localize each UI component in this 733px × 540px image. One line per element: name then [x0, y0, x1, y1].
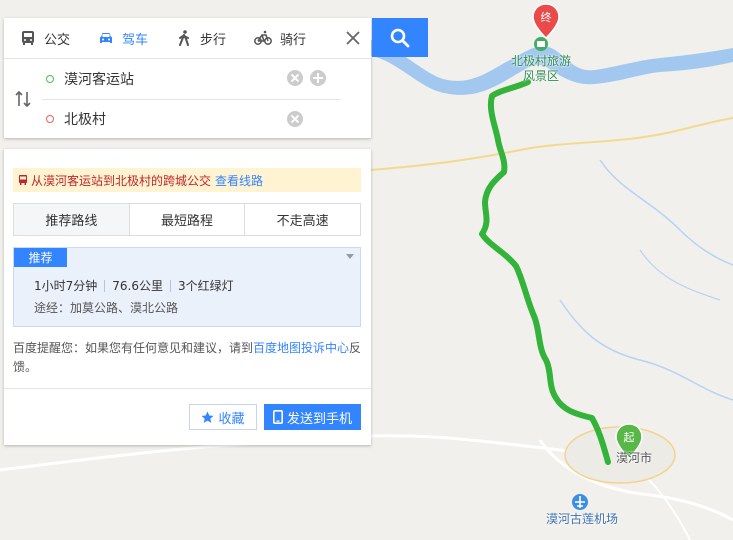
tab-walk[interactable]: 步行 [160, 18, 238, 58]
notice-bus-icon [19, 175, 27, 185]
tab-bike-label: 骑行 [280, 32, 307, 48]
strategy-tabs: 推荐路线 最短路程 不走高速 [13, 203, 361, 236]
swap-icon[interactable] [14, 91, 32, 107]
tab-no-highway[interactable]: 不走高速 [244, 204, 361, 235]
recommended-badge: 推荐 [14, 248, 67, 267]
route-inputs: 漠河客运站 北极村 [4, 59, 371, 139]
complaint-center-link[interactable]: 百度地图投诉中心 [253, 341, 349, 355]
route-distance: 76.6公里 [112, 279, 164, 293]
tab-car[interactable]: 驾车 [82, 18, 160, 58]
view-line-link[interactable]: 查看线路 [215, 172, 263, 189]
route-stats: 1小时7分钟 76.6公里 3个红绿灯 [34, 277, 234, 294]
start-marker-label: 起 [624, 431, 635, 444]
route-search-panel: 公交 驾车 步行 骑行 漠河客运站 北极村 [4, 18, 371, 138]
send-to-phone-button[interactable]: 发送到手机 [264, 404, 361, 430]
stat-divider [170, 279, 172, 292]
stat-divider [104, 279, 106, 292]
search-icon [390, 28, 410, 47]
route-via: 途经：加莫公路、漠北公路 [34, 301, 179, 315]
intercity-bus-notice: 从漠河客运站到北极村的跨城公交 查看线路 [13, 168, 361, 192]
tab-bike[interactable]: 骑行 [238, 18, 318, 58]
close-button[interactable] [341, 26, 365, 50]
phone-icon [272, 410, 283, 424]
route-plan-card[interactable]: 推荐 1小时7分钟 76.6公里 3个红绿灯 途经：加莫公路、漠北公路 [13, 247, 361, 327]
end-dot-icon [46, 115, 54, 123]
star-icon [201, 410, 215, 423]
divider [4, 388, 371, 389]
clear-start-icon[interactable] [287, 70, 303, 86]
add-waypoint-icon[interactable] [310, 70, 326, 86]
poi-beiji-line1: 北极村旅游 [510, 54, 571, 68]
tab-car-label: 驾车 [122, 32, 149, 48]
send-label: 发送到手机 [286, 411, 352, 427]
city-label[interactable]: 漠河市 [612, 451, 656, 466]
travel-mode-tabs: 公交 驾车 步行 骑行 [4, 18, 371, 59]
favorite-button[interactable]: 收藏 [189, 404, 257, 430]
search-button[interactable] [372, 18, 428, 57]
poi-beiji-label[interactable]: 北极村旅游 风景区 [506, 54, 576, 84]
tab-walk-label: 步行 [200, 32, 227, 48]
tab-bus[interactable]: 公交 [4, 18, 82, 58]
car-icon [100, 33, 113, 43]
walk-icon [179, 30, 190, 46]
expand-arrow-icon[interactable] [346, 254, 354, 259]
hint-prefix: 百度提醒您：如果您有任何意见和建议，请到 [13, 341, 254, 355]
favorite-label: 收藏 [218, 411, 245, 427]
bus-icon [22, 31, 34, 45]
start-dot-icon [46, 75, 54, 83]
poi-beiji-line2: 风景区 [522, 69, 559, 83]
scenic-poi-glyph [537, 41, 545, 47]
tab-bus-label: 公交 [44, 32, 71, 48]
bike-icon [254, 30, 272, 45]
route-traffic-lights: 3个红绿灯 [178, 279, 234, 293]
feedback-hint: 百度提醒您：如果您有任何意见和建议，请到百度地图投诉中心反馈。 [13, 339, 363, 377]
notice-text: 从漠河客运站到北极村的跨城公交 [31, 173, 212, 188]
airport-label[interactable]: 漠河古莲机场 [540, 512, 624, 527]
route-result-panel: 从漠河客运站到北极村的跨城公交 查看线路 推荐路线 最短路程 不走高速 推荐 1… [4, 149, 371, 445]
tab-recommended[interactable]: 推荐路线 [14, 204, 129, 235]
clear-end-icon[interactable] [287, 111, 303, 127]
tab-shortest[interactable]: 最短路程 [128, 204, 245, 235]
close-icon [346, 31, 360, 45]
route-duration: 1小时7分钟 [34, 279, 98, 293]
end-marker-label: 终 [541, 10, 552, 24]
